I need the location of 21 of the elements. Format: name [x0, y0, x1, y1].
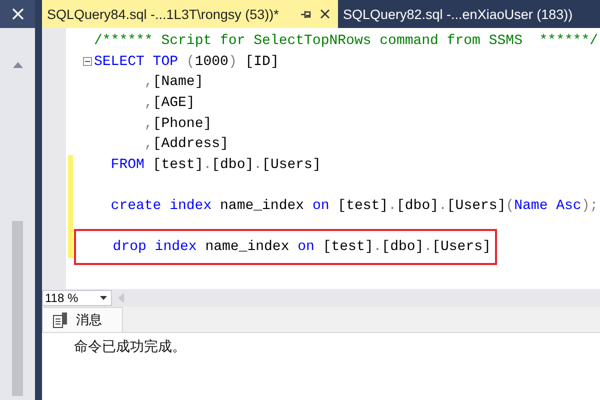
code-line: ,[Address] — [144, 136, 228, 152]
code-line: ,[Name] — [144, 74, 204, 90]
results-tab[interactable]: 消息 — [42, 307, 123, 332]
code-line: ,[Phone] — [144, 116, 212, 132]
code-line: /****** Script for SelectTopNRows command from SSMS ******/ — [94, 33, 598, 50]
result-message: 命令已成功完成。 — [74, 338, 187, 356]
close-icon[interactable] — [320, 9, 330, 19]
code-line: drop index name_index on [test].[dbo].[Users] — [112, 239, 491, 256]
caret-icon — [100, 296, 107, 300]
code-line: create index name_index on [test].[dbo].[Users](Name Asc); — [110, 198, 598, 214]
document-tab[interactable]: SQLQuery84.sql -...1L3T\rongsy (53))* — [42, 0, 338, 28]
collapse-icon[interactable] — [82, 57, 92, 66]
messages-icon — [53, 312, 68, 328]
scroll-up-icon[interactable] — [12, 62, 22, 68]
code-line: SELECT TOP (1000) [ID] — [94, 54, 279, 70]
scrollbar-thumb[interactable] — [12, 221, 23, 396]
zoom-dropdown[interactable]: 118 % — [42, 290, 112, 306]
code-line: ,[AGE] — [144, 95, 195, 112]
pin-icon[interactable] — [301, 10, 312, 18]
code-line: FROM [test].[dbo].[Users] — [110, 156, 321, 173]
document-tab[interactable]: SQLQuery82.sql -...enXiaoUser (183)) — [338, 0, 579, 28]
